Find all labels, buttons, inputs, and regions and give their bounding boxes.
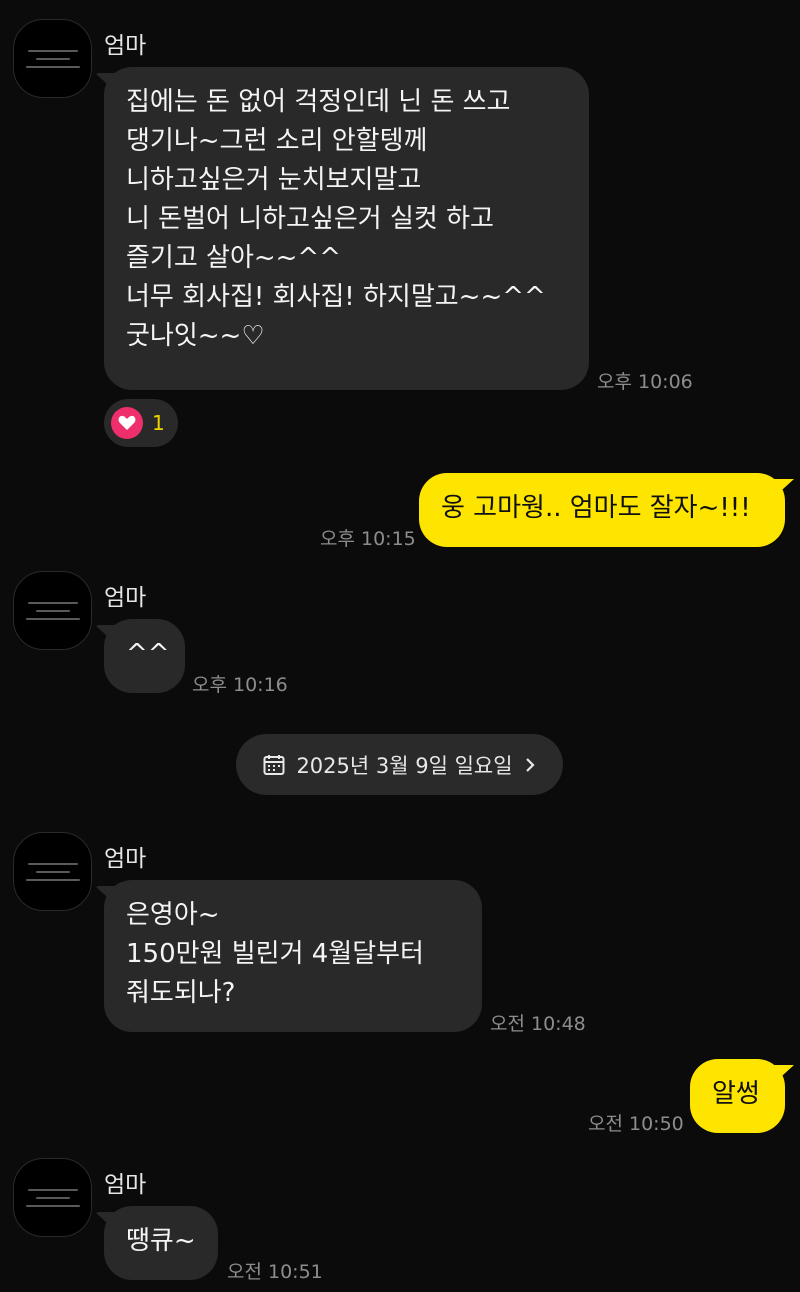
message-bubble[interactable]: 집에는 돈 없어 걱정인데 닌 돈 쓰고 댕기나~그런 소리 안할텡께 니하고싶…: [104, 67, 589, 390]
message-bubble[interactable]: ^^: [104, 619, 185, 693]
date-divider[interactable]: 2025년 3월 9일 일요일: [236, 734, 563, 795]
date-label: 2025년 3월 9일 일요일: [296, 753, 513, 778]
reaction-badge[interactable]: 1: [104, 399, 178, 447]
sender-avatar[interactable]: [13, 571, 92, 650]
sender-name: 엄마: [104, 585, 147, 611]
reaction-count: 1: [152, 411, 165, 435]
sender-name: 엄마: [104, 846, 147, 872]
message-time: 오후 10:06: [597, 371, 693, 393]
heart-icon: [111, 407, 143, 439]
message-time: 오전 10:48: [490, 1013, 586, 1035]
message-bubble-mine[interactable]: 웅 고마웡.. 엄마도 잘자~!!!: [419, 473, 785, 547]
sender-name: 엄마: [104, 33, 147, 59]
message-time: 오후 10:15: [320, 528, 416, 550]
sender-name: 엄마: [104, 1172, 147, 1198]
message-bubble[interactable]: 땡큐~: [104, 1206, 218, 1280]
sender-avatar[interactable]: [13, 19, 92, 98]
message-time: 오전 10:50: [588, 1113, 684, 1135]
message-bubble[interactable]: 은영아~ 150만원 빌린거 4월달부터 줘도되나?: [104, 880, 482, 1032]
sender-avatar[interactable]: [13, 832, 92, 911]
calendar-icon: [262, 753, 286, 777]
message-bubble-mine[interactable]: 알썽: [690, 1059, 785, 1133]
sender-avatar[interactable]: [13, 1158, 92, 1237]
chat-room: 엄마 집에는 돈 없어 걱정인데 닌 돈 쓰고 댕기나~그런 소리 안할텡께 니…: [0, 0, 800, 1292]
message-time: 오후 10:16: [192, 674, 288, 696]
chevron-right-icon: [523, 756, 537, 774]
message-time: 오전 10:51: [227, 1261, 323, 1283]
